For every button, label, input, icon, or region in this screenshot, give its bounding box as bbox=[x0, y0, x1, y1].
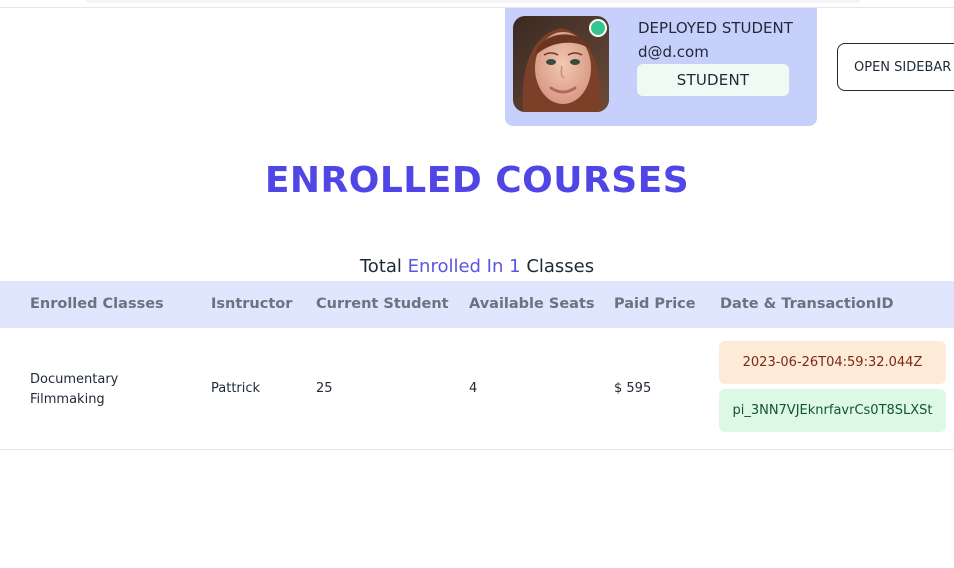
paid-price-cell: $ 595 bbox=[614, 381, 652, 396]
open-sidebar-button[interactable]: OPEN SIDEBAR bbox=[837, 43, 954, 91]
column-header-date-transaction: Date & TransactionID bbox=[720, 296, 894, 312]
instructor-cell: Pattrick bbox=[211, 381, 261, 396]
available-seats-cell: 4 bbox=[469, 381, 478, 396]
column-header-available-seats: Available Seats bbox=[469, 296, 595, 312]
enrollment-date-badge: 2023-06-26T04:59:32.044Z bbox=[719, 341, 946, 384]
column-header-paid-price: Paid Price bbox=[614, 296, 696, 312]
summary-suffix: Classes bbox=[526, 256, 595, 277]
role-badge: STUDENT bbox=[637, 64, 789, 96]
table-row: Documentary Filmmaking Pattrick 25 4 $ 5… bbox=[0, 328, 954, 450]
summary-count: Enrolled In 1 bbox=[407, 256, 521, 277]
enrolled-courses-page: DEPLOYED STUDENT d@d.com STUDENT OPEN SI… bbox=[0, 0, 954, 568]
enrollment-summary: Total Enrolled In 1 Classes bbox=[0, 256, 954, 277]
avatar-container bbox=[513, 16, 609, 112]
transaction-id-badge: pi_3NN7VJEknrfavrCs0T8SLXSt bbox=[719, 389, 946, 432]
table-header: Enrolled Classes Isntructor Current Stud… bbox=[0, 281, 954, 328]
top-search-strip bbox=[86, 0, 860, 3]
online-status-dot bbox=[589, 19, 607, 37]
column-header-enrolled-classes: Enrolled Classes bbox=[30, 296, 164, 312]
summary-prefix: Total bbox=[359, 256, 402, 277]
course-name-line-2: Filmmaking bbox=[30, 392, 105, 407]
column-header-instructor: Isntructor bbox=[211, 296, 293, 312]
course-name-line-1: Documentary bbox=[30, 372, 119, 387]
column-header-current-student: Current Student bbox=[316, 296, 449, 312]
profile-card: DEPLOYED STUDENT d@d.com STUDENT bbox=[505, 8, 817, 126]
profile-email: d@d.com bbox=[638, 43, 709, 61]
course-name-cell: Documentary Filmmaking bbox=[30, 370, 180, 410]
page-title: ENROLLED COURSES bbox=[264, 160, 690, 201]
current-students-cell: 25 bbox=[316, 381, 333, 396]
profile-name: DEPLOYED STUDENT bbox=[638, 19, 793, 37]
